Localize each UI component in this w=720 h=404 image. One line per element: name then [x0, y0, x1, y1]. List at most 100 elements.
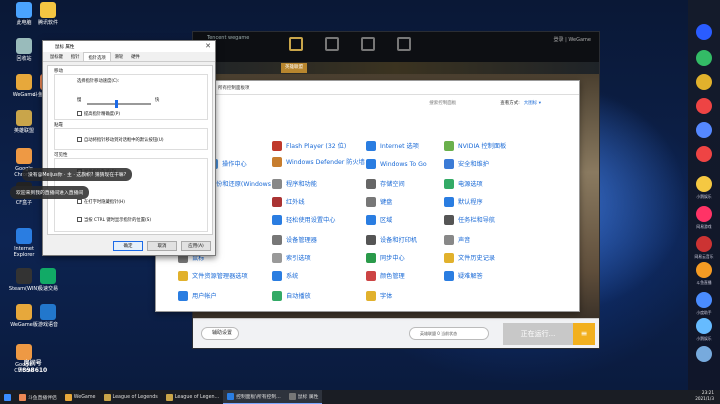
snap-option[interactable]: 自动将指针移动到对话框中的默认按钮(U)	[77, 137, 164, 143]
control-panel-item[interactable]: 备份和还原(Windows 7)	[196, 179, 279, 189]
desktop-icon[interactable]: 腾讯软件	[30, 2, 66, 26]
tab-3[interactable]: 滑轮	[111, 52, 128, 61]
home-icon[interactable]	[289, 37, 303, 51]
control-panel-item[interactable]: 颜色管理	[366, 271, 405, 281]
close-icon[interactable]: ✕	[205, 42, 211, 50]
precision-option[interactable]: 提高指针精确度(P)	[77, 111, 120, 117]
store-icon[interactable]	[325, 37, 339, 51]
sidebar-app-icon[interactable]	[696, 262, 712, 278]
taskbar-item[interactable]: 斗鱼直播伴侣	[15, 390, 61, 404]
app-icon	[16, 110, 32, 126]
control-panel-item[interactable]: 声音	[444, 235, 470, 245]
taskbar-item[interactable]: League of Legends	[100, 390, 162, 404]
hide-checkbox[interactable]	[77, 199, 82, 204]
sidebar-app-icon[interactable]	[696, 236, 712, 252]
assist-settings-button[interactable]: 辅助设置	[201, 327, 239, 340]
sidebar-app-label: 斗鱼直播	[696, 280, 712, 285]
sidebar-app-icon[interactable]	[696, 122, 712, 138]
desktop-icon[interactable]: 游戏语音	[30, 304, 66, 328]
control-panel-item[interactable]: 电源选项	[444, 179, 483, 189]
precision-checkbox[interactable]	[77, 111, 82, 116]
sidebar-app-label: 小鹅娱乐	[696, 194, 712, 199]
cancel-button[interactable]: 取消	[147, 241, 177, 251]
search-box[interactable]: 搜索控制面板	[429, 100, 456, 106]
taskbar-item[interactable]: WeGame	[61, 390, 100, 404]
control-panel-item[interactable]: 轻松使用设置中心	[272, 215, 336, 225]
speed-slider-thumb[interactable]	[115, 100, 118, 108]
desktop-icon-label: 游戏语音	[37, 322, 58, 328]
snap-checkbox[interactable]	[77, 137, 82, 142]
control-panel-item[interactable]: Flash Player (32 位)	[272, 141, 346, 151]
control-panel-item[interactable]: 区域	[366, 215, 392, 225]
control-panel-item[interactable]: 文件资源管理器选项	[178, 271, 248, 281]
control-panel-item[interactable]: 默认程序	[444, 197, 483, 207]
control-panel-item[interactable]: 存储空间	[366, 179, 405, 189]
hide-option[interactable]: 在打字时隐藏指针(H)	[77, 199, 125, 205]
menu-icon[interactable]: ≡	[573, 323, 595, 345]
control-panel-item[interactable]: 字体	[366, 291, 392, 301]
sidebar-app-icon[interactable]	[696, 176, 712, 192]
control-panel-item[interactable]: 文件历史记录	[444, 253, 495, 263]
tab-1[interactable]: 指针	[67, 52, 84, 61]
control-panel-item[interactable]: 同步中心	[366, 253, 405, 263]
control-panel-item[interactable]: 鼠标	[178, 253, 205, 263]
control-panel-item[interactable]: 安全和维护	[444, 159, 489, 169]
tab-4[interactable]: 硬件	[127, 52, 144, 61]
video-icon[interactable]	[361, 37, 375, 51]
tab-2[interactable]: 指针选项	[83, 52, 111, 61]
control-panel-item-label: 鼠标	[192, 255, 205, 262]
taskbar-app-icon	[165, 393, 173, 401]
taskbar-app-icon	[64, 393, 72, 401]
taskbar-item[interactable]: League of Legen...	[162, 390, 223, 404]
item-icon	[444, 253, 454, 263]
control-panel-item-label: 存储空间	[380, 181, 405, 188]
sidebar-app-icon[interactable]	[696, 318, 712, 334]
control-panel-item[interactable]: 操作中心	[208, 159, 247, 169]
control-panel-item[interactable]: 系统	[272, 271, 298, 281]
control-panel-item[interactable]: 键盘	[366, 197, 392, 207]
watermark-line2: 7898610	[18, 367, 48, 374]
ctrl-checkbox[interactable]	[77, 217, 82, 222]
desktop-icon[interactable]: 回收站	[6, 38, 42, 62]
control-panel-item[interactable]: 程序和功能	[272, 179, 317, 189]
tab-league[interactable]: 英雄联盟	[281, 63, 307, 73]
control-panel-item[interactable]: Windows Defender 防火墙	[272, 157, 365, 167]
control-panel-item[interactable]: 红外线	[272, 197, 305, 207]
control-panel-item[interactable]: 任务栏和导航	[444, 215, 495, 225]
tab-0[interactable]: 鼠标键	[46, 52, 67, 61]
control-panel-item[interactable]: 用户帐户	[178, 291, 217, 301]
sidebar-app-icon[interactable]	[696, 292, 712, 308]
control-panel-item[interactable]: 设备管理器	[272, 235, 317, 245]
taskbar-item[interactable]: 控制面板\所有控制...	[223, 390, 285, 404]
sidebar-app-icon[interactable]	[696, 50, 712, 66]
system-clock[interactable]: 23:21 2021/1/3	[695, 390, 714, 404]
sidebar-app-icon[interactable]	[696, 146, 712, 162]
control-panel-item[interactable]: 疑难解答	[444, 271, 483, 281]
view-dropdown[interactable]: 大图标 ▾	[524, 100, 541, 106]
sidebar-app-icon[interactable]	[696, 24, 712, 40]
speed-slider[interactable]	[87, 100, 151, 108]
desktop-icon[interactable]: 极速交易	[30, 268, 66, 292]
desktop-icon[interactable]: 英雄联盟	[6, 110, 42, 134]
ctrl-option[interactable]: 当按 CTRL 键时显示指针的位置(S)	[77, 217, 151, 223]
ok-button[interactable]: 确定	[113, 241, 143, 251]
sidebar-app-icon[interactable]	[696, 74, 712, 90]
crown-icon[interactable]	[397, 37, 411, 51]
desktop-icon[interactable]: Internet Explorer	[6, 228, 42, 258]
control-panel-item[interactable]: NVIDIA 控制面板	[444, 141, 506, 151]
control-panel-item[interactable]: 自动播放	[272, 291, 311, 301]
running-button[interactable]: 正在运行...	[503, 323, 573, 345]
control-panel-item[interactable]: Windows To Go	[366, 159, 427, 169]
start-button[interactable]	[0, 390, 15, 404]
wegame-account[interactable]: 登录 | WeGame	[554, 36, 591, 43]
sidebar-app-icon[interactable]	[696, 346, 712, 362]
control-panel-item[interactable]: 设备和打印机	[366, 235, 417, 245]
sidebar-app-icon[interactable]	[696, 206, 712, 222]
address-bar[interactable]: 所有控制面板项	[156, 81, 579, 95]
taskbar-item[interactable]: 鼠标 属性	[284, 390, 323, 404]
sidebar-app-icon[interactable]	[696, 98, 712, 114]
control-panel-item[interactable]: 索引选项	[272, 253, 311, 263]
item-icon	[366, 159, 376, 169]
apply-button[interactable]: 应用(A)	[181, 241, 211, 251]
control-panel-item[interactable]: Internet 选项	[366, 141, 419, 151]
